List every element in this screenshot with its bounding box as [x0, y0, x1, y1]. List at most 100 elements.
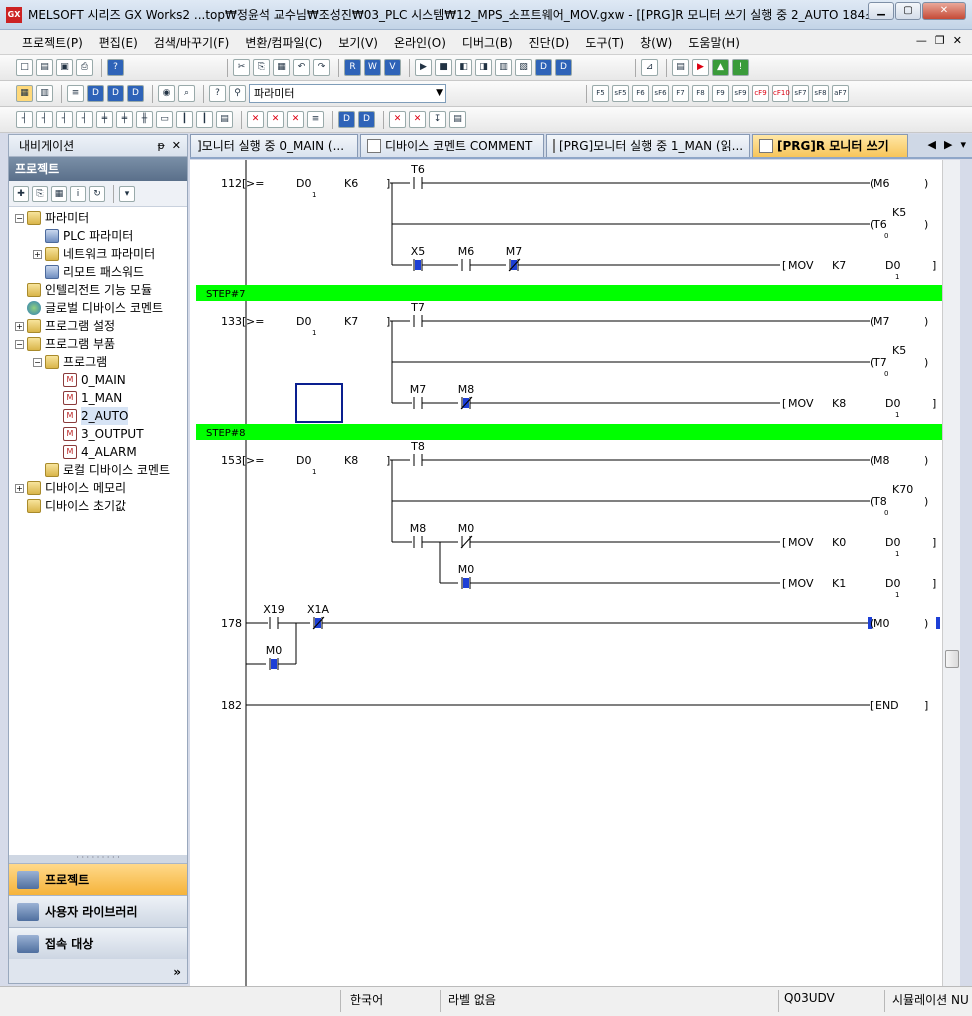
- watch-icon[interactable]: ◉: [158, 85, 175, 102]
- new-data-icon[interactable]: ✚: [13, 185, 29, 202]
- dev-test2-icon[interactable]: D: [555, 59, 572, 76]
- tree-item[interactable]: −M2_AUTO: [51, 407, 129, 425]
- nav-close-icon[interactable]: ✕: [172, 139, 181, 152]
- rising-pulse-icon[interactable]: sF7: [792, 85, 809, 102]
- menu-edit[interactable]: 편집(E): [91, 34, 146, 51]
- module-icon[interactable]: ▥: [36, 85, 53, 102]
- tree-item[interactable]: −리모트 패스워드: [33, 263, 144, 281]
- collapse-icon[interactable]: −: [15, 213, 24, 223]
- refresh-icon[interactable]: ↻: [89, 185, 105, 202]
- mdi-restore-icon[interactable]: ❐: [935, 34, 945, 47]
- find-icon[interactable]: ⌕: [178, 85, 195, 102]
- contact-nc-icon[interactable]: F6: [632, 85, 649, 102]
- simulation-icon[interactable]: ⊿: [641, 59, 658, 76]
- ladder-tool-8-icon[interactable]: ▭: [156, 111, 173, 128]
- maximize-button[interactable]: ▢: [895, 2, 921, 20]
- tree-item[interactable]: − 프로그램 부품: [15, 335, 115, 353]
- menu-diagnostics[interactable]: 진단(D): [521, 34, 578, 51]
- menu-view[interactable]: 보기(V): [330, 34, 386, 51]
- monitor-stop-icon[interactable]: ■: [435, 59, 452, 76]
- menu-convert[interactable]: 변환/컴파일(C): [237, 34, 330, 51]
- tree-item[interactable]: −인텔리전트 기능 모듈: [15, 281, 152, 299]
- tree-item[interactable]: −로컬 디바이스 코멘트: [33, 461, 170, 479]
- minimize-button[interactable]: ▁: [868, 2, 894, 20]
- tab-device-comment[interactable]: 디바이스 코멘트 COMMENT: [360, 134, 544, 157]
- list-icon[interactable]: ≡: [67, 85, 84, 102]
- ladder-tool-7-icon[interactable]: ╫: [136, 111, 153, 128]
- redo-icon[interactable]: ↷: [313, 59, 330, 76]
- line-vertical-icon[interactable]: sF9: [732, 85, 749, 102]
- cut-icon[interactable]: ✂: [233, 59, 250, 76]
- menu-window[interactable]: 창(W): [632, 34, 680, 51]
- binoculars-icon[interactable]: ⚲: [229, 85, 246, 102]
- collapse-icon[interactable]: −: [33, 357, 42, 367]
- project-view-icon[interactable]: ▦: [16, 85, 33, 102]
- paste-icon[interactable]: ▦: [273, 59, 290, 76]
- tree-item[interactable]: + 디바이스 메모리: [15, 479, 126, 497]
- contact-no-icon[interactable]: F5: [592, 85, 609, 102]
- tree-item[interactable]: −M3_OUTPUT: [51, 425, 144, 443]
- tree-option-icon[interactable]: ▾: [119, 185, 135, 202]
- undo-icon[interactable]: ↶: [293, 59, 310, 76]
- expand-icon[interactable]: +: [15, 321, 24, 331]
- ladder-tool-13-icon[interactable]: ✕: [267, 111, 284, 128]
- dev-icon-c[interactable]: D: [127, 85, 144, 102]
- tree-item[interactable]: −PLC 파라미터: [33, 227, 133, 245]
- ladder-tool-20-icon[interactable]: ↧: [429, 111, 446, 128]
- save-icon[interactable]: ▣: [56, 59, 73, 76]
- tree-item[interactable]: + 네트워크 파라미터: [33, 245, 155, 263]
- entry-monitor-icon[interactable]: ▧: [515, 59, 532, 76]
- dev-icon-a[interactable]: D: [87, 85, 104, 102]
- mdi-close-icon[interactable]: ✕: [953, 34, 962, 47]
- ladder-tool-17-icon[interactable]: D: [358, 111, 375, 128]
- nav-tab-project[interactable]: 프로젝트: [9, 863, 187, 895]
- new-icon[interactable]: □: [16, 59, 33, 76]
- device-batch-icon[interactable]: ▥: [495, 59, 512, 76]
- tree-item[interactable]: −디바이스 초기값: [15, 497, 126, 515]
- tree-item[interactable]: + 프로그램 설정: [15, 317, 115, 335]
- paste-data-icon[interactable]: ▦: [51, 185, 67, 202]
- vertical-scrollbar[interactable]: [942, 160, 960, 986]
- ladder-tool-18-icon[interactable]: ✕: [389, 111, 406, 128]
- ladder-tool-11-icon[interactable]: ▤: [216, 111, 233, 128]
- ladder-editor[interactable]: 112[>= D0 1 K6] T6(M6)(T6 0 K5) X5 M6 M7[MOV K7 D0 1…: [190, 160, 942, 986]
- verify-plc-icon[interactable]: V: [384, 59, 401, 76]
- tab-list-icon[interactable]: ▾: [960, 138, 966, 151]
- menu-project[interactable]: 프로젝트(P): [14, 34, 91, 51]
- ladder-tool-3-icon[interactable]: ┤: [56, 111, 73, 128]
- chevron-down-icon[interactable]: ▼: [436, 85, 443, 102]
- ladder-tool-21-icon[interactable]: ▤: [449, 111, 466, 128]
- nav-tab-user-library[interactable]: 사용자 라이브러리: [9, 895, 187, 927]
- help-search-icon[interactable]: ?: [209, 85, 226, 102]
- ladder-tool-2-icon[interactable]: ┤: [36, 111, 53, 128]
- monitor-all-icon[interactable]: ◧: [455, 59, 472, 76]
- read-plc-icon[interactable]: R: [344, 59, 361, 76]
- tab-2-auto[interactable]: [PRG]R 모니터 쓰기: [752, 134, 908, 157]
- instruction-icon[interactable]: F8: [692, 85, 709, 102]
- close-button[interactable]: ✕: [922, 2, 966, 20]
- copy-data-icon[interactable]: ⎘: [32, 185, 48, 202]
- line-horizontal-icon[interactable]: F9: [712, 85, 729, 102]
- falling-pulse-icon[interactable]: sF8: [812, 85, 829, 102]
- tab-1-man[interactable]: [PRG]모니터 실행 중 1_MAN (읽...: [546, 134, 750, 157]
- menu-help[interactable]: 도움말(H): [680, 34, 748, 51]
- ladder-tool-4-icon[interactable]: ┤: [76, 111, 93, 128]
- tree-item[interactable]: −M4_ALARM: [51, 443, 137, 461]
- tree-item[interactable]: − 파라미터: [15, 209, 89, 227]
- pulse-or-icon[interactable]: aF7: [832, 85, 849, 102]
- write-plc-icon[interactable]: W: [364, 59, 381, 76]
- more-icon[interactable]: »: [173, 965, 181, 979]
- tree-item[interactable]: − 프로그램: [33, 353, 107, 371]
- tree-item[interactable]: −M1_MAN: [51, 389, 122, 407]
- menu-find-replace[interactable]: 검색/바꾸기(F): [146, 34, 238, 51]
- ladder-tool-9-icon[interactable]: ┃: [176, 111, 193, 128]
- tree-item[interactable]: −M0_MAIN: [51, 371, 126, 389]
- menu-online[interactable]: 온라인(O): [386, 34, 454, 51]
- ladder-tool-15-icon[interactable]: ≡: [307, 111, 324, 128]
- ladder-tool-1-icon[interactable]: ┤: [16, 111, 33, 128]
- ladder-tool-6-icon[interactable]: ╪: [116, 111, 133, 128]
- monitor-start-icon[interactable]: ▶: [415, 59, 432, 76]
- menu-tool[interactable]: 도구(T): [577, 34, 632, 51]
- alert-icon[interactable]: !: [732, 59, 749, 76]
- tab-next-icon[interactable]: ▶: [944, 138, 952, 151]
